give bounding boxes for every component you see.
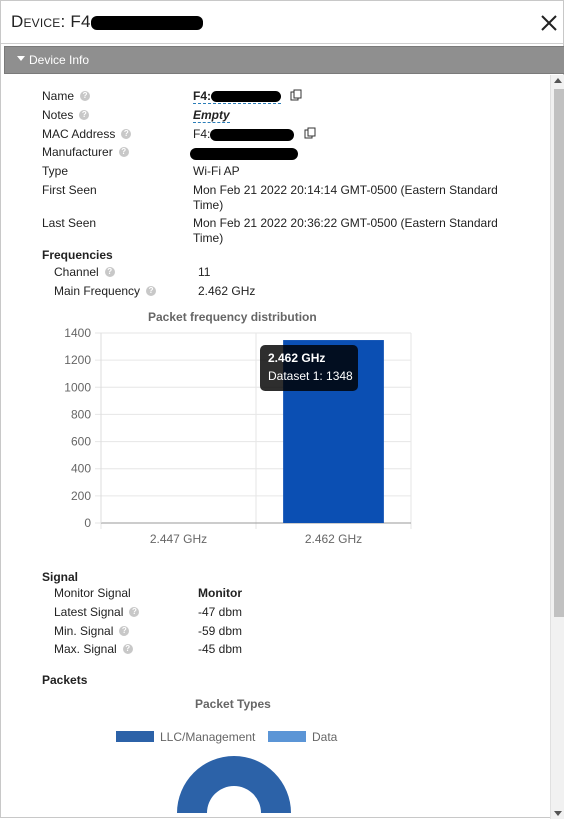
y-tick-label: 800 bbox=[71, 407, 91, 421]
manufacturer-label: Manufacturer? bbox=[42, 145, 129, 159]
close-icon bbox=[541, 15, 557, 31]
redaction-mark bbox=[190, 147, 298, 160]
mac-label: MAC Address? bbox=[42, 127, 132, 141]
main-frequency-value: 2.462 GHz bbox=[198, 284, 256, 298]
device-dialog: Device: F4 Device Info Name? F4: Notes? … bbox=[0, 0, 564, 819]
legend-swatch bbox=[116, 731, 154, 743]
scrollbar-thumb[interactable] bbox=[554, 89, 564, 617]
signal-heading: Signal bbox=[42, 570, 79, 584]
help-icon[interactable]: ? bbox=[129, 606, 140, 617]
monitor-signal-value: Monitor bbox=[198, 586, 242, 600]
latest-signal-value: -47 dbm bbox=[198, 605, 243, 619]
monitor-signal-label: Monitor Signal bbox=[54, 586, 131, 600]
min-signal-label: Min. Signal? bbox=[54, 624, 130, 638]
help-icon[interactable]: ? bbox=[118, 146, 129, 157]
tooltip-title: 2.462 GHz bbox=[268, 351, 326, 365]
type-value: Wi-Fi AP bbox=[193, 164, 240, 178]
last-seen-line2: Time) bbox=[193, 231, 224, 245]
legend-llc-management[interactable]: LLC/Management bbox=[116, 730, 255, 744]
last-seen-label: Last Seen bbox=[42, 216, 97, 230]
tooltip-body: Dataset 1: 1348 bbox=[268, 369, 353, 383]
name-editable[interactable]: F4: bbox=[193, 89, 281, 104]
y-tick-label: 400 bbox=[71, 462, 91, 476]
notes-label: Notes? bbox=[42, 108, 90, 122]
accordion-label: Device Info bbox=[29, 53, 90, 67]
close-button[interactable] bbox=[539, 13, 559, 33]
notes-value[interactable]: Empty bbox=[193, 108, 230, 123]
help-icon[interactable]: ? bbox=[122, 643, 133, 654]
mac-value: F4: bbox=[193, 127, 316, 142]
y-tick-label: 1000 bbox=[64, 380, 91, 394]
y-tick-label: 600 bbox=[71, 435, 91, 449]
dialog-title-sep: : bbox=[60, 12, 71, 31]
frequencies-heading: Frequencies bbox=[42, 248, 113, 262]
first-seen-line1: Mon Feb 21 2022 20:14:14 GMT-0500 (Easte… bbox=[193, 183, 498, 197]
y-tick-label: 0 bbox=[84, 516, 91, 530]
main-frequency-label: Main Frequency? bbox=[54, 284, 157, 298]
packet-types-title: Packet Types bbox=[195, 697, 271, 711]
help-icon[interactable]: ? bbox=[146, 285, 157, 296]
doughnut-slice-llc[interactable] bbox=[177, 756, 291, 813]
dialog-title: Device: F4 bbox=[11, 12, 203, 32]
scrollbar[interactable] bbox=[550, 75, 564, 819]
device-info-accordion-header[interactable]: Device Info bbox=[4, 46, 564, 74]
x-tick-label: 2.447 GHz bbox=[150, 532, 207, 546]
name-label: Name? bbox=[42, 89, 91, 103]
help-icon[interactable]: ? bbox=[79, 109, 90, 120]
help-icon[interactable]: ? bbox=[104, 266, 115, 277]
help-icon[interactable]: ? bbox=[80, 90, 91, 101]
copy-icon[interactable] bbox=[290, 89, 302, 104]
y-tick-label: 1200 bbox=[64, 353, 91, 367]
scroll-up-icon[interactable] bbox=[554, 78, 562, 83]
name-value: F4: bbox=[193, 89, 302, 104]
type-label: Type bbox=[42, 164, 69, 178]
max-signal-label: Max. Signal? bbox=[54, 642, 133, 656]
y-tick-label: 200 bbox=[71, 489, 91, 503]
first-seen-line2: Time) bbox=[193, 198, 224, 212]
dialog-titlebar[interactable]: Device: F4 bbox=[1, 1, 563, 44]
scroll-down-icon[interactable] bbox=[554, 811, 562, 816]
first-seen-value: Mon Feb 21 2022 20:14:14 GMT-0500 (Easte… bbox=[193, 183, 498, 212]
last-seen-value: Mon Feb 21 2022 20:36:22 GMT-0500 (Easte… bbox=[193, 216, 498, 245]
x-tick-label: 2.462 GHz bbox=[305, 532, 362, 546]
packet-frequency-chart: 0 200 400 600 800 1000 1200 1400 2.447 GHz 2.462 … bbox=[64, 326, 412, 546]
dialog-title-value: F4 bbox=[70, 12, 91, 31]
packet-types-doughnut bbox=[177, 756, 291, 813]
latest-signal-label: Latest Signal? bbox=[54, 605, 140, 619]
copy-icon[interactable] bbox=[304, 127, 316, 142]
channel-value: 11 bbox=[198, 265, 211, 279]
legend-swatch bbox=[268, 731, 306, 743]
help-icon[interactable]: ? bbox=[119, 625, 130, 636]
manufacturer-value bbox=[190, 146, 298, 160]
chart-tooltip: 2.462 GHz Dataset 1: 1348 bbox=[260, 345, 358, 391]
redaction-mark bbox=[211, 91, 281, 103]
notes-editable[interactable]: Empty bbox=[193, 108, 230, 123]
min-signal-value: -59 dbm bbox=[198, 624, 243, 638]
dialog-title-prefix: Device bbox=[11, 12, 61, 31]
channel-label: Channel? bbox=[54, 265, 115, 279]
caret-down-icon bbox=[17, 56, 25, 61]
first-seen-label: First Seen bbox=[42, 183, 97, 197]
redaction-mark bbox=[210, 128, 295, 141]
help-icon[interactable]: ? bbox=[121, 128, 132, 139]
last-seen-line1: Mon Feb 21 2022 20:36:22 GMT-0500 (Easte… bbox=[193, 216, 498, 230]
packets-heading: Packets bbox=[42, 673, 88, 687]
redaction-mark bbox=[90, 15, 203, 30]
max-signal-value: -45 dbm bbox=[198, 642, 243, 656]
legend-data[interactable]: Data bbox=[268, 730, 337, 744]
y-tick-label: 1400 bbox=[64, 326, 91, 340]
